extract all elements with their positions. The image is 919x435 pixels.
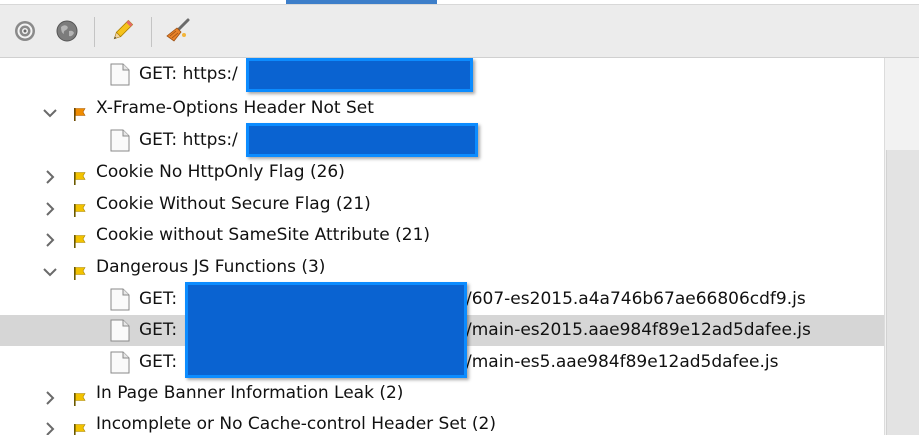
chevron-right-icon[interactable]	[42, 417, 58, 435]
tree-row-alert[interactable]: Cookie No HttpOnly Flag (26)	[0, 157, 884, 188]
tree-row-alert[interactable]: Cookie without SameSite Attribute (21)	[0, 220, 884, 251]
toolbar-separator	[151, 17, 152, 47]
tree-row-label: Dangerous JS Functions (3)	[96, 257, 326, 277]
redaction-box	[185, 282, 467, 378]
chevron-down-icon[interactable]	[42, 260, 58, 277]
tree-row-label: In Page Banner Information Leak (2)	[96, 383, 404, 403]
document-icon	[110, 288, 130, 311]
flag-yellow-icon	[73, 165, 87, 185]
tree-row-url-suffix: /607-es2015.a4a746b67ae66806cdf9.js	[466, 289, 806, 309]
flag-yellow-icon	[73, 417, 87, 435]
document-icon	[110, 129, 130, 152]
tree-row-alert[interactable]: Incomplete or No Cache-control Header Se…	[0, 409, 884, 435]
tree-row-alert[interactable]: X-Frame-Options Header Not Set	[0, 93, 884, 124]
alerts-toolbar	[0, 5, 919, 58]
target-icon[interactable]	[11, 17, 39, 45]
pencil-icon[interactable]	[108, 17, 136, 45]
document-icon	[110, 63, 130, 86]
globe-icon[interactable]	[53, 17, 81, 45]
tree-row-url-suffix: /main-es5.aae984f89e12ad5dafee.js	[466, 352, 779, 372]
tree-row-label: GET: https:/	[139, 130, 238, 150]
broom-icon[interactable]	[164, 17, 192, 45]
redaction-box	[246, 123, 478, 157]
tree-row-alert[interactable]: In Page Banner Information Leak (2)	[0, 378, 884, 409]
tree-row-label: X-Frame-Options Header Not Set	[96, 98, 374, 118]
document-icon	[110, 351, 130, 374]
flag-yellow-icon	[73, 260, 87, 280]
chevron-right-icon[interactable]	[42, 165, 58, 184]
chevron-right-icon[interactable]	[42, 197, 58, 216]
tree-row-label: Cookie without SameSite Attribute (21)	[96, 225, 431, 245]
flag-orange-icon	[73, 101, 87, 121]
chevron-right-icon[interactable]	[42, 386, 58, 405]
tree-row-label: GET:	[139, 289, 178, 309]
tree-row-label: GET:	[139, 320, 178, 340]
tree-row-request[interactable]: GET: https:/	[0, 58, 884, 92]
tree-row-url-suffix: /main-es2015.aae984f89e12ad5dafee.js	[466, 320, 811, 340]
tree-row-label: Cookie No HttpOnly Flag (26)	[96, 162, 345, 182]
tree-row-label: Incomplete or No Cache-control Header Se…	[96, 414, 496, 434]
redaction-box	[246, 58, 473, 92]
chevron-down-icon[interactable]	[42, 101, 58, 118]
flag-yellow-icon	[73, 197, 87, 217]
toolbar-separator	[94, 17, 95, 47]
tree-row-alert[interactable]: Cookie Without Secure Flag (21)	[0, 189, 884, 220]
alerts-tree: GET: https:/ X-Frame-Options Header Not …	[0, 58, 884, 435]
flag-yellow-icon	[73, 228, 87, 248]
tree-row-label: GET:	[139, 352, 178, 372]
tree-row-alert[interactable]: Dangerous JS Functions (3)	[0, 252, 884, 283]
chevron-right-icon[interactable]	[42, 228, 58, 247]
tree-row-label: Cookie Without Secure Flag (21)	[96, 194, 371, 214]
flag-yellow-icon	[73, 386, 87, 406]
scrollbar-thumb[interactable]	[886, 150, 919, 435]
tree-row-label: GET: https:/	[139, 64, 238, 84]
tree-row-request[interactable]: GET: https:/	[0, 123, 884, 157]
document-icon	[110, 319, 130, 342]
